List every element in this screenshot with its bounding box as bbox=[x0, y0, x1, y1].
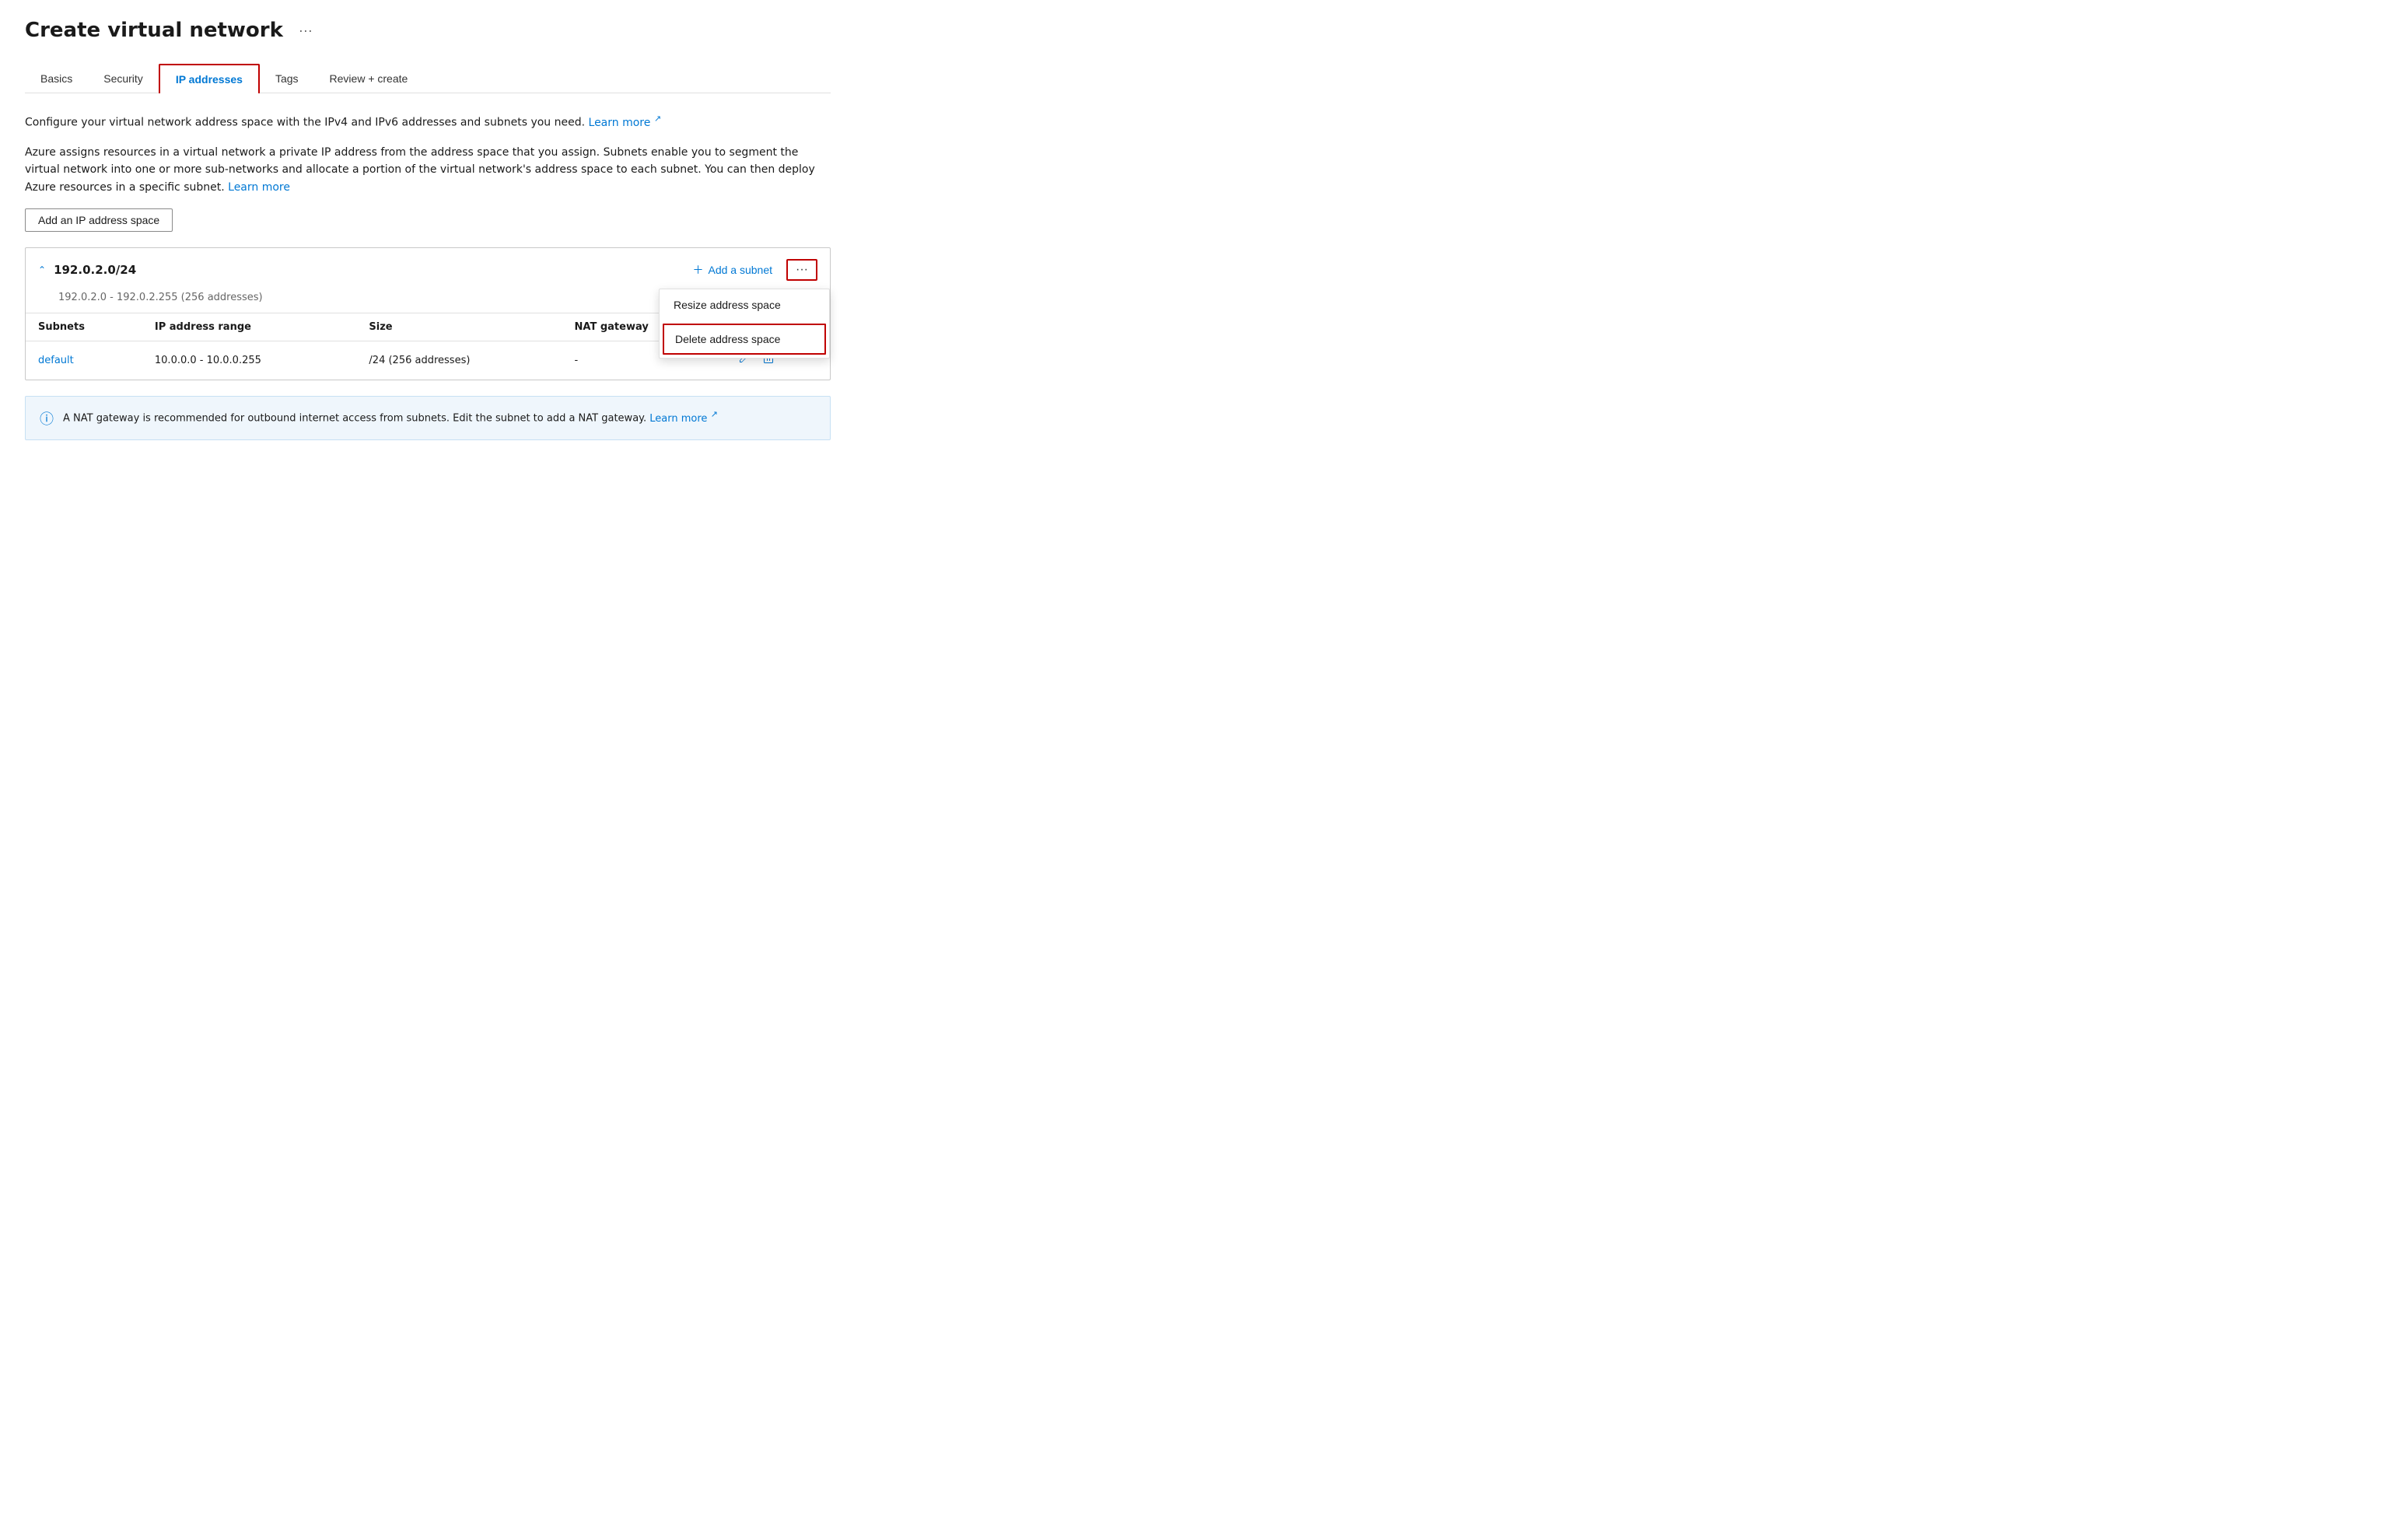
tab-tags[interactable]: Tags bbox=[260, 65, 314, 93]
learn-more-link-3[interactable]: Learn more ↗ bbox=[649, 413, 718, 425]
col-header-ip-range: IP address range bbox=[142, 313, 357, 341]
address-space-more-button[interactable]: ··· bbox=[786, 259, 817, 281]
learn-more-link-1[interactable]: Learn more ↗ bbox=[589, 117, 662, 129]
collapse-chevron-icon[interactable]: ⌃ bbox=[38, 264, 46, 275]
resize-address-space-button[interactable]: Resize address space bbox=[660, 289, 829, 320]
subnet-link[interactable]: default bbox=[38, 355, 74, 366]
tab-review-create[interactable]: Review + create bbox=[314, 65, 424, 93]
ip-range-cell: 10.0.0.0 - 10.0.0.255 bbox=[142, 341, 357, 380]
learn-more-link-2[interactable]: Learn more bbox=[228, 181, 290, 194]
add-subnet-button[interactable]: ＋ Add a subnet bbox=[687, 259, 779, 281]
description-1: Configure your virtual network address s… bbox=[25, 112, 831, 131]
add-ip-address-space-button[interactable]: Add an IP address space bbox=[25, 208, 173, 232]
external-link-icon-3: ↗ bbox=[711, 408, 718, 422]
size-cell: /24 (256 addresses) bbox=[356, 341, 562, 380]
address-space-cidr: 192.0.2.0/24 bbox=[54, 263, 678, 277]
info-banner-message: A NAT gateway is recommended for outboun… bbox=[63, 413, 646, 425]
delete-address-space-button[interactable]: Delete address space bbox=[663, 324, 826, 355]
page-ellipsis-button[interactable]: ··· bbox=[292, 19, 319, 42]
col-header-subnets: Subnets bbox=[26, 313, 142, 341]
address-space-context-menu: Resize address space Delete address spac… bbox=[659, 289, 830, 359]
address-space-card: ⌃ 192.0.2.0/24 ＋ Add a subnet ··· Resize… bbox=[25, 247, 831, 380]
col-header-size: Size bbox=[356, 313, 562, 341]
subnet-name-cell: default bbox=[26, 341, 142, 380]
address-space-header: ⌃ 192.0.2.0/24 ＋ Add a subnet ··· Resize… bbox=[26, 248, 830, 292]
add-subnet-label: Add a subnet bbox=[709, 264, 773, 276]
info-banner-text: A NAT gateway is recommended for outboun… bbox=[63, 408, 718, 427]
plus-icon: ＋ bbox=[693, 262, 704, 278]
description-2-text: Azure assigns resources in a virtual net… bbox=[25, 146, 815, 194]
description-1-text: Configure your virtual network address s… bbox=[25, 117, 585, 129]
page-title-row: Create virtual network ··· bbox=[25, 19, 831, 42]
page-title: Create virtual network bbox=[25, 19, 283, 42]
description-2: Azure assigns resources in a virtual net… bbox=[25, 144, 831, 196]
tab-bar: Basics Security IP addresses Tags Review… bbox=[25, 64, 831, 93]
external-link-icon-1: ↗ bbox=[654, 112, 661, 126]
tab-basics[interactable]: Basics bbox=[25, 65, 88, 93]
info-banner: ⓘ A NAT gateway is recommended for outbo… bbox=[25, 396, 831, 440]
info-icon: ⓘ bbox=[40, 408, 54, 429]
tab-security[interactable]: Security bbox=[88, 65, 159, 93]
tab-ip-addresses[interactable]: IP addresses bbox=[159, 64, 260, 93]
